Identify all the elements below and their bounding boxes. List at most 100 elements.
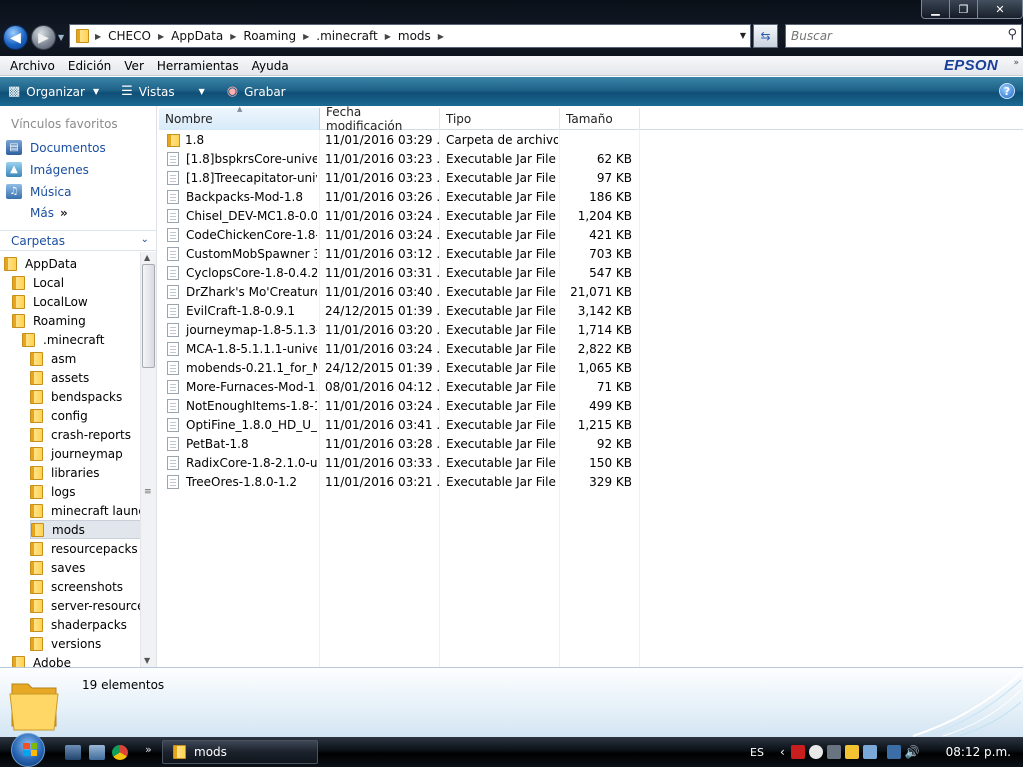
close-button[interactable]: ✕ [978,0,1022,18]
device-icon[interactable] [862,745,877,759]
address-bar[interactable]: ▶ CHECO ▶ AppData ▶ Roaming ▶ .minecraft… [69,24,751,48]
file-row[interactable]: More-Furnaces-Mod-1.8 08/01/2016 04:12 ..… [159,378,639,397]
file-row[interactable]: OptiFine_1.8.0_HD_U_G9 11/01/2016 03:41 .… [159,416,639,435]
burn-button[interactable]: ◉ Grabar [227,84,286,99]
file-row[interactable]: PetBat-1.8 11/01/2016 03:28 ... Executable… [159,435,639,454]
file-row[interactable]: DrZhark's Mo'Creature... 11/01/2016 03:40… [159,283,639,302]
tree-item[interactable]: assets [30,368,89,387]
address-dropdown-icon[interactable]: ▼ [740,31,746,40]
file-row[interactable]: CodeChickenCore-1.8-... 11/01/2016 03:24 … [159,226,639,245]
menu-ayuda[interactable]: Ayuda [252,59,289,73]
file-row[interactable]: MCA-1.8-5.1.1.1-unive... 11/01/2016 03:24… [159,340,639,359]
file-row[interactable]: [1.8]bspkrsCore-univer... 11/01/2016 03:2… [159,150,639,169]
taskbar-button-mods[interactable]: mods [162,740,318,764]
quicklaunch-more-icon[interactable]: » [145,743,152,756]
tree-item[interactable]: logs [30,482,76,501]
favorite-documentos[interactable]: ▤ Documentos [6,140,106,155]
tree-item[interactable]: crash-reports [30,425,131,444]
tree-item[interactable]: resourcepacks [30,539,138,558]
tree-item[interactable]: asm [30,349,76,368]
chrome-icon[interactable] [112,745,128,760]
tree-item[interactable]: Adobe [12,653,71,667]
menu-edicion[interactable]: Edición [68,59,111,73]
breadcrumb-item[interactable]: AppData [171,29,223,43]
organize-button[interactable]: ▩ Organizar ▼ [8,84,99,99]
scroll-down-icon[interactable]: ▼ [144,656,150,665]
views-button[interactable]: ☰ Vistas ▼ [121,84,205,99]
tree-item[interactable]: libraries [30,463,99,482]
tree-item[interactable]: LocalLow [12,292,88,311]
file-row[interactable]: TreeOres-1.8.0-1.2 11/01/2016 03:21 ... Ex… [159,473,639,492]
vertical-scrollbar[interactable]: ▲ ≡ ▼ [140,252,156,667]
file-row[interactable]: NotEnoughItems-1.8-1.... 11/01/2016 03:24… [159,397,639,416]
file-row[interactable]: RadixCore-1.8-2.1.0-un... 11/01/2016 03:3… [159,454,639,473]
chevron-right-icon[interactable]: ▶ [438,32,444,41]
menu-archivo[interactable]: Archivo [10,59,55,73]
breadcrumb-item[interactable]: .minecraft [316,29,377,43]
favorite-imagenes[interactable]: ▲ Imágenes [6,162,89,177]
tree-item[interactable]: Roaming [12,311,86,330]
menu-herramientas[interactable]: Herramientas [157,59,239,73]
column-header-size[interactable]: Tamaño [560,108,640,130]
tree-item[interactable]: config [30,406,88,425]
chevron-right-icon[interactable]: ▶ [158,32,164,41]
tree-item[interactable]: minecraft launch [30,501,140,520]
breadcrumb-item[interactable]: Roaming [243,29,296,43]
search-icon[interactable]: ⚲ [1007,27,1017,42]
tree-item[interactable]: Local [12,273,64,292]
chevron-right-icon[interactable]: ▶ [303,32,309,41]
file-row[interactable]: mobends-0.21.1_for_M... 24/12/2015 01:39 … [159,359,639,378]
refresh-button[interactable]: ⇆ [753,24,778,48]
chevron-right-icon[interactable]: ▶ [385,32,391,41]
folder-tray-icon[interactable] [844,745,859,759]
breadcrumb-item[interactable]: mods [398,29,431,43]
file-row[interactable]: CyclopsCore-1.8-0.4.2 11/01/2016 03:31 ..… [159,264,639,283]
column-header-type[interactable]: Tipo [440,108,560,130]
forward-button[interactable]: ▶ [31,25,56,50]
tray-expand-icon[interactable]: ‹ [780,745,785,759]
tree-item[interactable]: shaderpacks [30,615,127,634]
file-row[interactable]: Backpacks-Mod-1.8 11/01/2016 03:26 ... Exe… [159,188,639,207]
file-row[interactable]: EvilCraft-1.8-0.9.1 24/12/2015 01:39 ... E… [159,302,639,321]
scrollbar-thumb[interactable] [142,264,155,368]
file-row[interactable]: [1.8]Treecapitator-univ... 11/01/2016 03:… [159,169,639,188]
minimize-button[interactable]: ▁ [922,0,950,18]
column-header-name[interactable]: ▲ Nombre [159,105,320,130]
ati-icon[interactable] [790,745,805,759]
tree-item[interactable]: AppData [4,254,77,273]
network-icon[interactable] [886,745,901,759]
recent-pages-dropdown[interactable]: ▼ [58,33,64,42]
tree-item[interactable]: mods [30,520,140,539]
clock[interactable]: 08:12 p.m. [946,745,1011,759]
volume-icon[interactable]: 🔊 [905,745,920,759]
file-row[interactable]: 1.8 11/01/2016 03:29 ... Carpeta de archiv… [159,131,639,150]
search-input[interactable] [791,29,991,43]
back-button[interactable]: ◀ [3,25,28,50]
maximize-button[interactable]: ❐ [950,0,978,18]
menu-chevron-icon[interactable]: » [1013,58,1019,68]
tree-item[interactable]: server-resource- [30,596,140,615]
folders-header[interactable]: Carpetas ⌄ [0,230,156,251]
scroll-up-icon[interactable]: ▲ [144,253,150,262]
file-row[interactable]: Chisel_DEV-MC1.8-0.0... 11/01/2016 03:24 … [159,207,639,226]
language-indicator[interactable]: ES [750,746,764,759]
chevron-right-icon[interactable]: ▶ [95,32,101,41]
menu-ver[interactable]: Ver [124,59,144,73]
column-header-date[interactable]: Fecha modificación [320,105,440,133]
tree-item[interactable]: screenshots [30,577,123,596]
favorite-more[interactable]: Más » [30,206,68,220]
show-desktop-icon[interactable] [65,745,81,760]
favorite-musica[interactable]: ♫ Música [6,184,72,199]
chevron-right-icon[interactable]: ▶ [230,32,236,41]
start-button[interactable] [6,733,50,767]
tree-item[interactable]: saves [30,558,85,577]
tree-item[interactable]: bendspacks [30,387,122,406]
help-button[interactable]: ? [999,83,1015,99]
tree-item[interactable]: versions [30,634,101,653]
file-row[interactable]: CustomMobSpawner 3.... 11/01/2016 03:12 .… [159,245,639,264]
switch-windows-icon[interactable] [89,745,105,760]
soccer-ball-icon[interactable] [808,745,823,759]
tree-item[interactable]: journeymap [30,444,123,463]
file-row[interactable]: journeymap-1.8-5.1.3-... 11/01/2016 03:20… [159,321,639,340]
tree-item[interactable]: .minecraft [22,330,104,349]
